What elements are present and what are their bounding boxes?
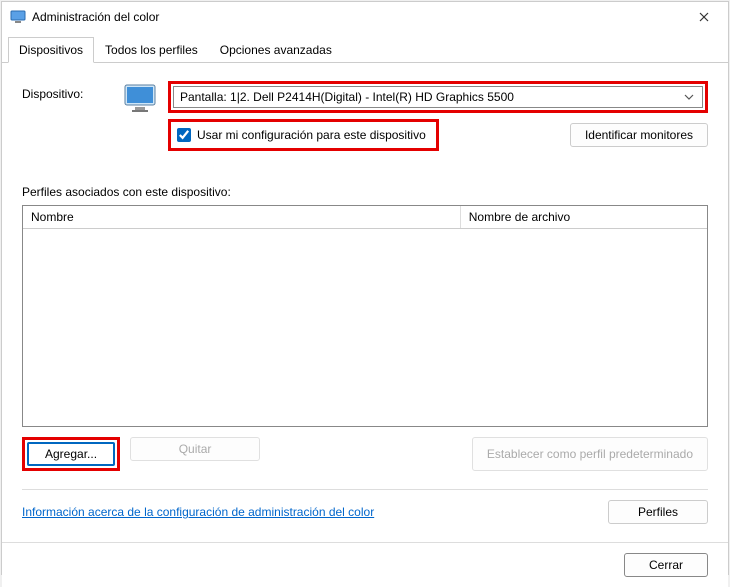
profiles-body xyxy=(23,229,707,426)
col-file[interactable]: Nombre de archivo xyxy=(461,206,707,228)
close-button[interactable] xyxy=(688,7,720,27)
profiles-table: Nombre Nombre de archivo xyxy=(22,205,708,427)
close-dialog-button[interactable]: Cerrar xyxy=(624,553,708,577)
use-my-settings-label[interactable]: Usar mi configuración para este disposit… xyxy=(173,124,434,146)
profile-buttons-row: Agregar... Quitar Establecer como perfil… xyxy=(22,437,708,471)
info-row: Información acerca de la configuración d… xyxy=(22,500,708,524)
window-title: Administración del color xyxy=(32,10,688,24)
profile-buttons-left: Agregar... Quitar xyxy=(22,437,260,471)
close-icon xyxy=(699,12,709,22)
titlebar: Administración del color xyxy=(2,2,728,32)
app-icon xyxy=(10,9,26,25)
tab-advanced[interactable]: Opciones avanzadas xyxy=(209,37,343,63)
color-management-window: Administración del color Dispositivos To… xyxy=(1,1,729,575)
device-right: Pantalla: 1|2. Dell P2414H(Digital) - In… xyxy=(168,81,708,151)
use-my-settings-text: Usar mi configuración para este disposit… xyxy=(197,128,426,142)
col-name[interactable]: Nombre xyxy=(23,206,461,228)
profiles-section-label: Perfiles asociados con este dispositivo: xyxy=(22,185,708,199)
remove-button: Quitar xyxy=(130,437,260,461)
under-select-row: Usar mi configuración para este disposit… xyxy=(168,119,708,151)
profiles-header: Nombre Nombre de archivo xyxy=(23,206,707,229)
device-select-highlight: Pantalla: 1|2. Dell P2414H(Digital) - In… xyxy=(168,81,708,113)
tab-all-profiles[interactable]: Todos los perfiles xyxy=(94,37,209,63)
help-link[interactable]: Información acerca de la configuración d… xyxy=(22,505,374,519)
use-my-settings-checkbox[interactable] xyxy=(177,128,191,142)
device-select[interactable]: Pantalla: 1|2. Dell P2414H(Digital) - In… xyxy=(173,86,703,108)
device-label: Dispositivo: xyxy=(22,81,112,101)
set-default-button: Establecer como perfil predeterminado xyxy=(472,437,708,471)
tab-content: Dispositivo: Pantalla: 1|2. Dell P2414H(… xyxy=(2,63,728,542)
profiles-menu-button[interactable]: Perfiles xyxy=(608,500,708,524)
device-row: Dispositivo: Pantalla: 1|2. Dell P2414H(… xyxy=(22,81,708,151)
identify-monitors-button[interactable]: Identificar monitores xyxy=(570,123,708,147)
add-button[interactable]: Agregar... xyxy=(27,442,115,466)
add-button-highlight: Agregar... xyxy=(22,437,120,471)
monitor-icon xyxy=(122,81,158,117)
tab-devices[interactable]: Dispositivos xyxy=(8,37,94,63)
divider xyxy=(22,489,708,490)
use-settings-highlight: Usar mi configuración para este disposit… xyxy=(168,119,439,151)
dialog-footer: Cerrar xyxy=(2,542,728,587)
tab-strip: Dispositivos Todos los perfiles Opciones… xyxy=(2,36,728,63)
